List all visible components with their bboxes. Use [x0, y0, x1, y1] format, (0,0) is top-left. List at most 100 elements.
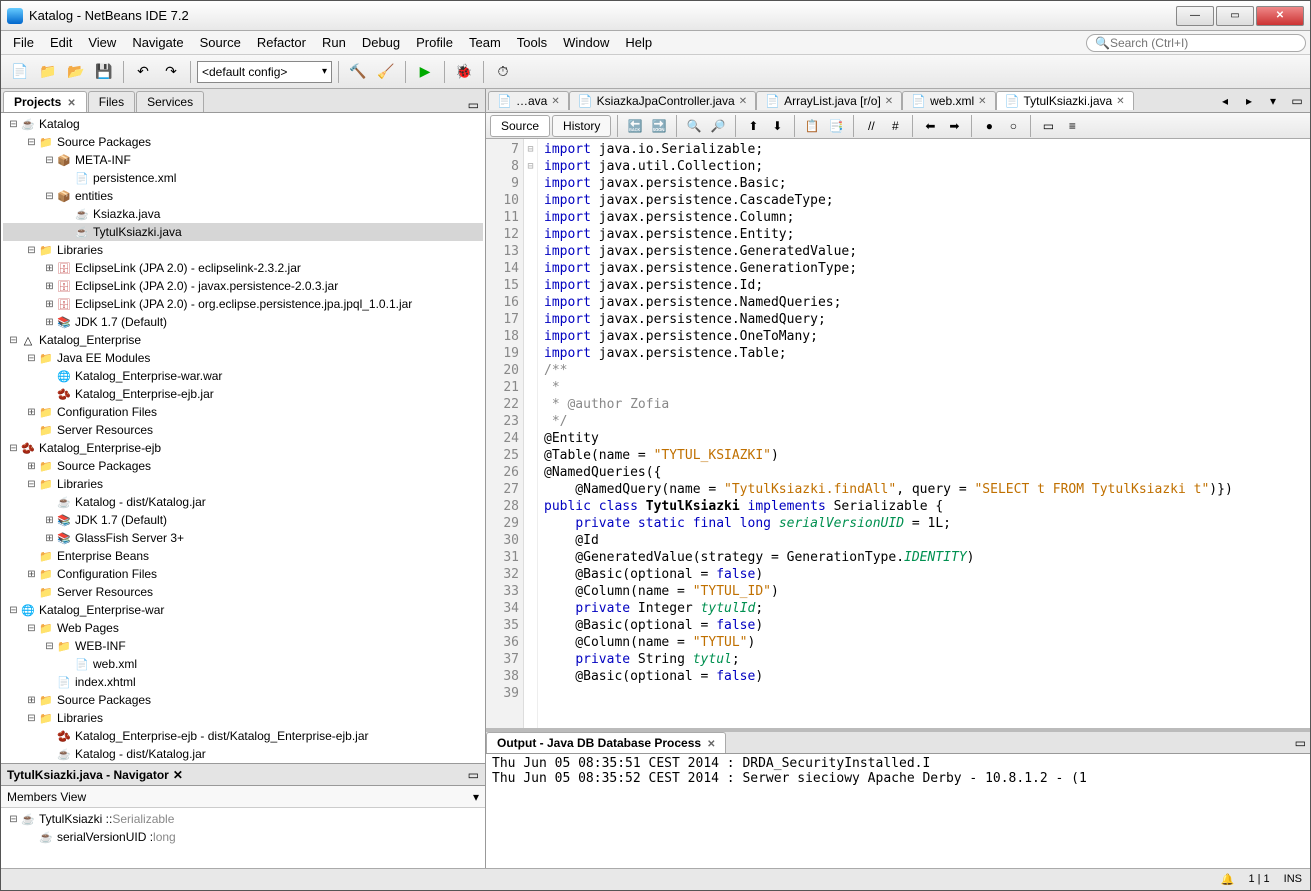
code-area[interactable]: import java.io.Serializable;import java.… [538, 139, 1310, 728]
tree-node[interactable]: 📄persistence.xml [3, 169, 483, 187]
expand-icon[interactable]: ⊟ [25, 137, 38, 148]
navigator-filter[interactable]: Members View ▾ [1, 786, 485, 808]
tree-node[interactable]: 📁Enterprise Beans [3, 547, 483, 565]
tree-node[interactable]: 📄web.xml [3, 655, 483, 673]
tree-node[interactable]: ⊟📦META-INF [3, 151, 483, 169]
editor-tool-button[interactable]: ⬅ [919, 115, 941, 137]
view-history[interactable]: History [552, 115, 611, 137]
editor-tool-button[interactable]: ○ [1002, 115, 1024, 137]
expand-icon[interactable]: ⊟ [25, 245, 38, 256]
expand-icon[interactable]: ⊞ [25, 695, 38, 706]
quick-search[interactable]: 🔍 [1086, 34, 1306, 52]
expand-icon[interactable]: ⊞ [43, 515, 56, 526]
close-icon[interactable]: ✕ [67, 98, 75, 109]
tree-node[interactable]: ⊟📁Web Pages [3, 619, 483, 637]
tree-node[interactable]: ⊟🌐Katalog_Enterprise-war [3, 601, 483, 619]
search-input[interactable] [1110, 36, 1297, 50]
editor-tool-button[interactable]: 📋 [801, 115, 823, 137]
tree-node[interactable]: 📁Server Resources [3, 583, 483, 601]
expand-icon[interactable]: ⊞ [43, 263, 56, 274]
editor-nav-button[interactable]: ▸ [1238, 90, 1260, 112]
menu-profile[interactable]: Profile [408, 33, 461, 52]
expand-icon[interactable]: ⊞ [25, 461, 38, 472]
debug-button[interactable]: 🐞 [451, 59, 477, 85]
tree-node[interactable]: ⊞📁Source Packages [3, 691, 483, 709]
new-file-button[interactable]: 📄 [7, 59, 33, 85]
expand-icon[interactable]: ⊞ [43, 299, 56, 310]
profile-button[interactable]: ⏱ [490, 59, 516, 85]
editor-tool-button[interactable]: 🔜 [648, 115, 670, 137]
menu-view[interactable]: View [80, 33, 124, 52]
tree-node[interactable]: 📄index.xhtml [3, 673, 483, 691]
panel-min-icon[interactable]: ▭ [464, 98, 483, 112]
expand-icon[interactable]: ⊟ [7, 814, 20, 825]
run-button[interactable]: ▶ [412, 59, 438, 85]
tree-node[interactable]: ⊟☕Katalog [3, 115, 483, 133]
tree-node[interactable]: ⊞🗄EclipseLink (JPA 2.0) - eclipselink-2.… [3, 259, 483, 277]
close-icon[interactable]: ✕ [1116, 96, 1124, 107]
expand-icon[interactable]: ⊞ [43, 281, 56, 292]
editor-tool-button[interactable]: 🔎 [707, 115, 729, 137]
editor-tool-button[interactable]: ➡ [943, 115, 965, 137]
tree-node[interactable]: 🫘Katalog_Enterprise-ejb.jar [3, 385, 483, 403]
tree-node[interactable]: ⊞🗄EclipseLink (JPA 2.0) - javax.persiste… [3, 277, 483, 295]
menu-run[interactable]: Run [314, 33, 354, 52]
close-icon[interactable]: ✕ [551, 96, 559, 107]
projects-tree[interactable]: ⊟☕Katalog⊟📁Source Packages⊟📦META-INF📄per… [1, 113, 485, 763]
editor-tool-button[interactable]: 🔙 [624, 115, 646, 137]
tab-services[interactable]: Services [136, 91, 204, 112]
clean-build-button[interactable]: 🧹 [373, 59, 399, 85]
undo-button[interactable]: ↶ [130, 59, 156, 85]
tree-node[interactable]: 📁Server Resources [3, 421, 483, 439]
tree-node[interactable]: ⊟📁Java EE Modules [3, 349, 483, 367]
tree-node[interactable]: ☕serialVersionUID : long [3, 828, 483, 846]
menu-source[interactable]: Source [192, 33, 249, 52]
expand-icon[interactable]: ⊟ [25, 623, 38, 634]
tree-node[interactable]: ⊟📁Libraries [3, 709, 483, 727]
expand-icon[interactable]: ⊟ [25, 713, 38, 724]
view-source[interactable]: Source [490, 115, 550, 137]
expand-icon[interactable]: ⊟ [43, 155, 56, 166]
tree-node[interactable]: ⊟📁Libraries [3, 241, 483, 259]
output-text[interactable]: Thu Jun 05 08:35:51 CEST 2014 : DRDA_Sec… [486, 754, 1310, 868]
close-icon[interactable]: ✕ [739, 96, 747, 107]
expand-icon[interactable]: ⊞ [25, 407, 38, 418]
menu-team[interactable]: Team [461, 33, 509, 52]
tree-node[interactable]: ⊟△Katalog_Enterprise [3, 331, 483, 349]
tree-node[interactable]: ☕Katalog - dist/Katalog.jar [3, 745, 483, 763]
close-icon[interactable]: ✕ [885, 96, 893, 107]
editor-tab[interactable]: 📄ArrayList.java [r/o]✕ [756, 91, 902, 110]
expand-icon[interactable]: ⊟ [7, 605, 20, 616]
tree-node[interactable]: ⊞📁Configuration Files [3, 403, 483, 421]
menu-tools[interactable]: Tools [509, 33, 555, 52]
tree-node[interactable]: 🌐Katalog_Enterprise-war.war [3, 367, 483, 385]
expand-icon[interactable]: ⊟ [7, 335, 20, 346]
editor-tool-button[interactable]: ≡ [1061, 115, 1083, 137]
editor-tool-button[interactable]: // [860, 115, 882, 137]
editor-tool-button[interactable]: ● [978, 115, 1000, 137]
tree-node[interactable]: ⊟☕TytulKsiazki :: Serializable [3, 810, 483, 828]
new-project-button[interactable]: 📁 [35, 59, 61, 85]
close-button[interactable]: ✕ [1256, 6, 1304, 26]
redo-button[interactable]: ↷ [158, 59, 184, 85]
config-combo[interactable]: <default config> [197, 61, 332, 83]
navigator-min-icon[interactable]: ▭ [468, 768, 479, 782]
expand-icon[interactable]: ⊟ [25, 353, 38, 364]
editor-tab[interactable]: 📄KsiazkaJpaController.java✕ [569, 91, 756, 110]
expand-icon[interactable]: ⊟ [7, 443, 20, 454]
tab-files[interactable]: Files [88, 91, 135, 112]
tree-node[interactable]: ⊟📦entities [3, 187, 483, 205]
expand-icon[interactable]: ⊟ [7, 119, 20, 130]
tree-node[interactable]: ⊞📚JDK 1.7 (Default) [3, 313, 483, 331]
tree-node[interactable]: ⊞🗄EclipseLink (JPA 2.0) - org.eclipse.pe… [3, 295, 483, 313]
save-all-button[interactable]: 💾 [91, 59, 117, 85]
tree-node[interactable]: ⊞📚GlassFish Server 3+ [3, 529, 483, 547]
editor-nav-button[interactable]: ◂ [1214, 90, 1236, 112]
code-editor[interactable]: 7891011121314151617181920212223242526272… [486, 139, 1310, 728]
editor-tab[interactable]: 📄…ava✕ [488, 91, 569, 110]
tree-node[interactable]: ⊞📚JDK 1.7 (Default) [3, 511, 483, 529]
expand-icon[interactable]: ⊞ [43, 533, 56, 544]
editor-nav-button[interactable]: ▾ [1262, 90, 1284, 112]
tree-node[interactable]: ⊟📁Source Packages [3, 133, 483, 151]
output-min-icon[interactable]: ▭ [1291, 736, 1310, 750]
